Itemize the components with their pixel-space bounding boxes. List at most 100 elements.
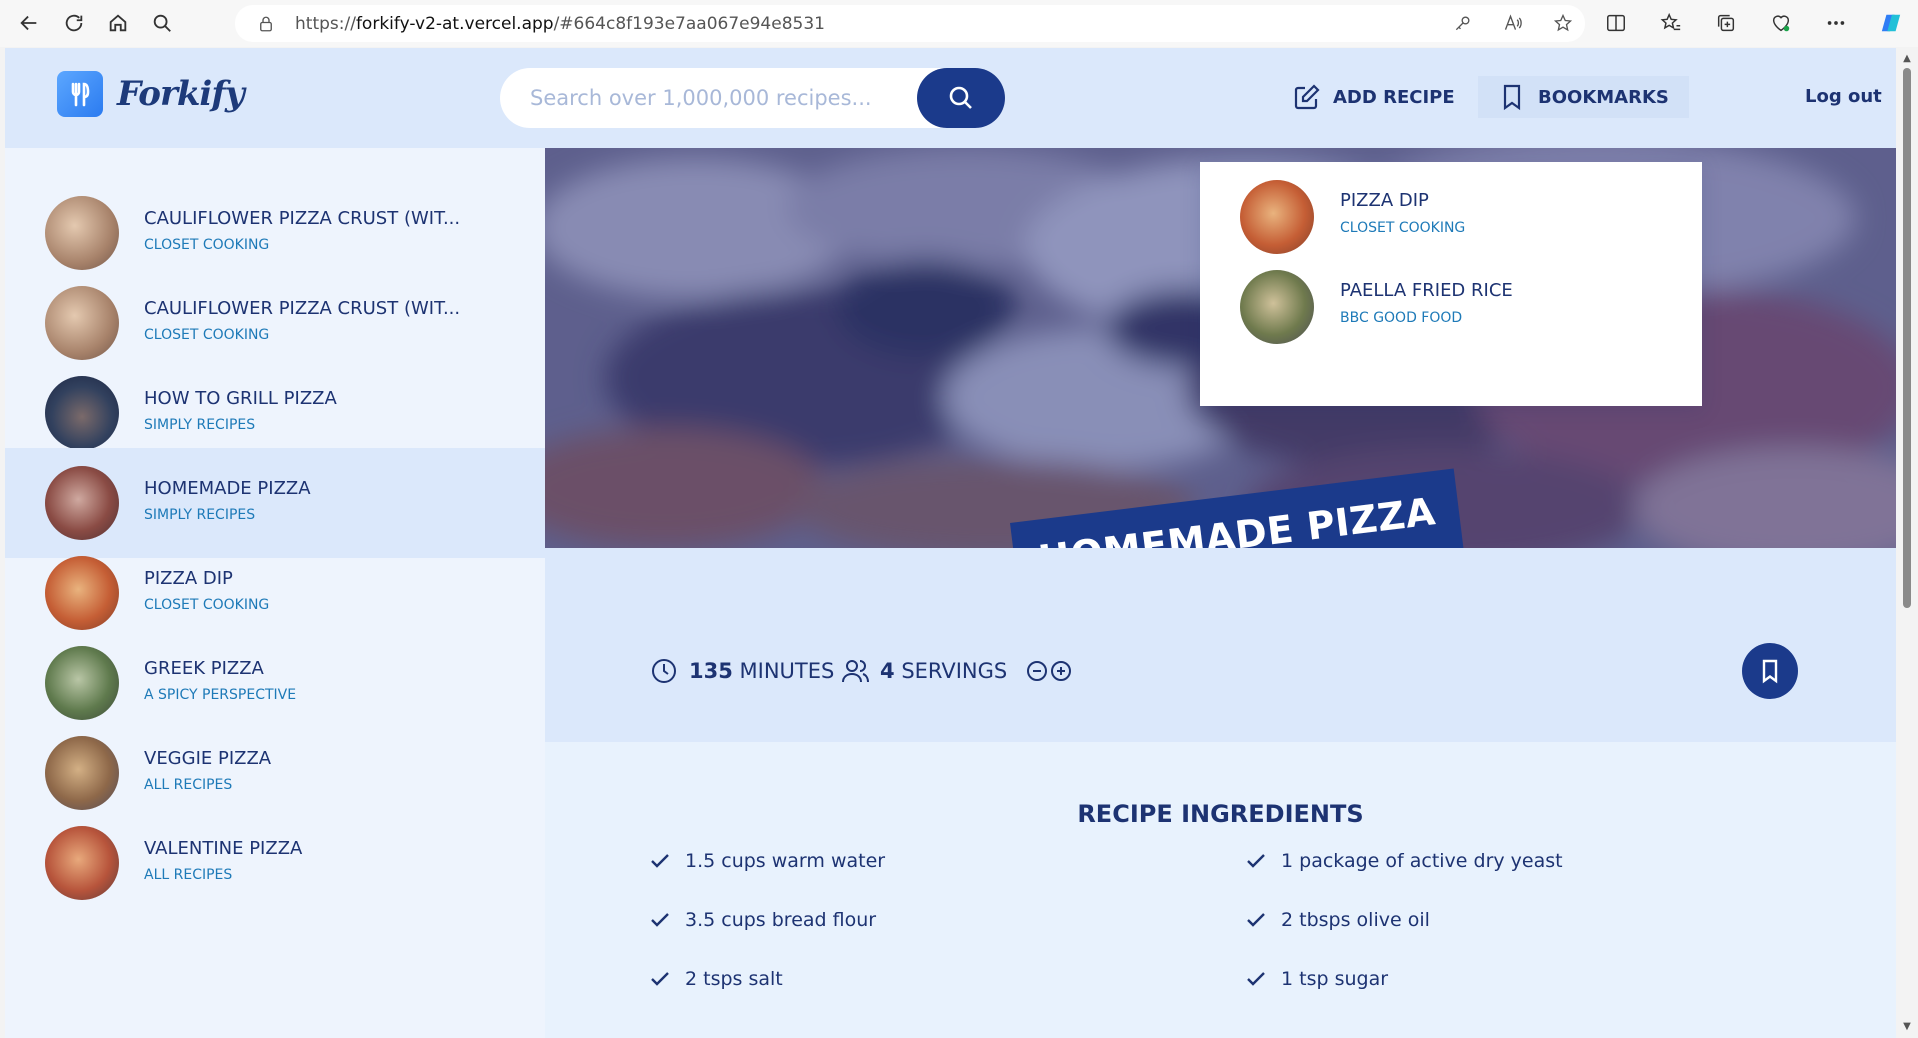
result-publisher: CLOSET COOKING — [144, 237, 270, 253]
bookmark-publisher: CLOSET COOKING — [1340, 220, 1466, 236]
bookmarks-dropdown: PIZZA DIP CLOSET COOKING PAELLA FRIED RI… — [1200, 162, 1702, 406]
result-publisher: ALL RECIPES — [144, 867, 233, 883]
ingredient-text: 2 tbsps olive oil — [1281, 909, 1430, 931]
check-icon — [1247, 913, 1265, 927]
recipe-thumbnail — [45, 646, 119, 720]
servings-label: SERVINGS — [901, 659, 1008, 683]
recipe-thumbnail — [45, 376, 119, 450]
recipe-thumbnail — [45, 286, 119, 360]
recipe-thumbnail — [45, 196, 119, 270]
home-icon[interactable] — [101, 6, 135, 40]
servings: 4 SERVINGS — [840, 656, 1073, 686]
check-icon — [651, 913, 669, 927]
plus-circle-icon — [1051, 661, 1072, 681]
bookmark-publisher: BBC GOOD FOOD — [1340, 310, 1463, 326]
minutes-value: 135 — [689, 659, 733, 683]
search-input[interactable] — [530, 80, 890, 116]
url-prefix: https:// — [295, 13, 356, 34]
result-title: CAULIFLOWER PIZZA CRUST (WIT... — [144, 298, 461, 319]
edit-icon — [1294, 84, 1320, 110]
search-form — [500, 68, 1005, 128]
address-bar[interactable]: https://forkify-v2-at.vercel.app/#664c8f… — [235, 5, 1585, 42]
collections-icon[interactable] — [1698, 6, 1753, 40]
recipe-thumbnail — [45, 556, 119, 630]
refresh-icon[interactable] — [57, 6, 91, 40]
lock-icon — [260, 16, 272, 32]
forkify-app: Forkify ADD RECIPE BOOKMARKS Log out CAU… — [5, 48, 1896, 1038]
page-scrollbar[interactable]: ▲ ▼ — [1896, 48, 1918, 1038]
result-publisher: A SPICY PERSPECTIVE — [144, 687, 297, 703]
search-icon — [949, 86, 972, 109]
cooking-time: 135 MINUTES — [649, 656, 834, 686]
ingredient-item: 1 tsp sugar — [1245, 968, 1388, 990]
check-icon — [651, 972, 669, 986]
result-publisher: CLOSET COOKING — [144, 327, 270, 343]
ingredient-text: 3.5 cups bread flour — [685, 909, 877, 931]
search-button[interactable] — [917, 68, 1005, 128]
key-icon[interactable] — [1451, 11, 1475, 35]
users-icon — [842, 660, 869, 683]
check-icon — [1247, 854, 1265, 868]
bookmark-icon — [1503, 84, 1521, 111]
increase-servings-button[interactable] — [1049, 659, 1073, 683]
result-title: HOMEMADE PIZZA — [144, 478, 311, 499]
result-title: CAULIFLOWER PIZZA CRUST (WIT... — [144, 208, 461, 229]
read-aloud-icon[interactable] — [1501, 11, 1525, 35]
check-icon — [651, 854, 669, 868]
ingredient-text: 1.5 cups warm water — [685, 850, 886, 872]
logout-link[interactable]: Log out — [1805, 86, 1882, 107]
result-title: HOW TO GRILL PIZZA — [144, 388, 337, 409]
favorites-icon[interactable] — [1643, 6, 1698, 40]
result-publisher: CLOSET COOKING — [144, 597, 270, 613]
copilot-icon[interactable] — [1863, 6, 1918, 40]
result-title: PIZZA DIP — [144, 568, 233, 589]
servings-value: 4 — [880, 659, 895, 683]
search-results: CAULIFLOWER PIZZA CRUST (WIT... CLOSET C… — [5, 148, 545, 1038]
recipe-ingredients: RECIPE INGREDIENTS 1.5 cups warm water 1… — [545, 742, 1896, 1038]
ingredient-text: 1 tsp sugar — [1281, 968, 1389, 990]
bookmark-recipe-button[interactable] — [1742, 643, 1798, 699]
ingredients-heading: RECIPE INGREDIENTS — [1077, 800, 1364, 828]
result-publisher: SIMPLY RECIPES — [144, 417, 256, 433]
result-publisher: SIMPLY RECIPES — [144, 507, 256, 523]
result-title: GREEK PIZZA — [144, 658, 264, 679]
recipe-thumbnail — [1240, 270, 1314, 344]
bookmarks-button[interactable]: BOOKMARKS — [1478, 76, 1689, 118]
browser-essentials-icon[interactable] — [1753, 6, 1808, 40]
logo[interactable]: Forkify — [57, 71, 245, 117]
decrease-servings-button[interactable] — [1025, 659, 1049, 683]
more-options-icon[interactable] — [1808, 6, 1863, 40]
ingredient-item: 3.5 cups bread flour — [649, 909, 876, 931]
recipe-thumbnail — [45, 736, 119, 810]
result-title: VALENTINE PIZZA — [144, 838, 303, 859]
add-recipe-button[interactable]: ADD RECIPE — [1273, 76, 1475, 118]
back-icon[interactable] — [12, 6, 46, 40]
search-icon[interactable] — [145, 6, 179, 40]
ingredient-text: 2 tsps salt — [685, 968, 783, 990]
split-screen-icon[interactable] — [1588, 6, 1643, 40]
header: Forkify ADD RECIPE BOOKMARKS Log out — [5, 48, 1896, 148]
scrollbar-thumb[interactable] — [1903, 68, 1911, 608]
favorite-star-icon[interactable] — [1551, 11, 1575, 35]
ingredient-item: 2 tbsps olive oil — [1245, 909, 1430, 931]
scroll-down-icon[interactable]: ▼ — [1901, 1022, 1913, 1032]
ingredient-item: 1.5 cups warm water — [649, 850, 885, 872]
bookmarks-label: BOOKMARKS — [1538, 86, 1669, 108]
result-item[interactable]: VALENTINE PIZZA ALL RECIPES — [5, 808, 545, 918]
ingredient-item: 2 tsps salt — [649, 968, 783, 990]
scroll-up-icon[interactable]: ▲ — [1901, 54, 1913, 64]
minus-circle-icon — [1027, 661, 1048, 681]
bookmark-title: PIZZA DIP — [1340, 190, 1429, 211]
minutes-label: MINUTES — [739, 659, 835, 683]
recipe-thumbnail — [45, 466, 119, 540]
bookmark-item[interactable]: PAELLA FRIED RICE BBC GOOD FOOD — [1200, 252, 1702, 362]
url-host: forkify-v2-at.vercel.app — [355, 13, 554, 34]
clock-icon — [652, 659, 676, 683]
add-recipe-label: ADD RECIPE — [1333, 86, 1455, 108]
url-rest: /#664c8f193e7aa067e94e8531 — [553, 13, 825, 34]
result-title: VEGGIE PIZZA — [144, 748, 272, 769]
ingredient-text: 1 package of active dry yeast — [1281, 850, 1563, 872]
bookmark-title: PAELLA FRIED RICE — [1340, 280, 1513, 301]
browser-toolbar: https://forkify-v2-at.vercel.app/#664c8f… — [0, 0, 1918, 47]
recipe-thumbnail — [45, 826, 119, 900]
